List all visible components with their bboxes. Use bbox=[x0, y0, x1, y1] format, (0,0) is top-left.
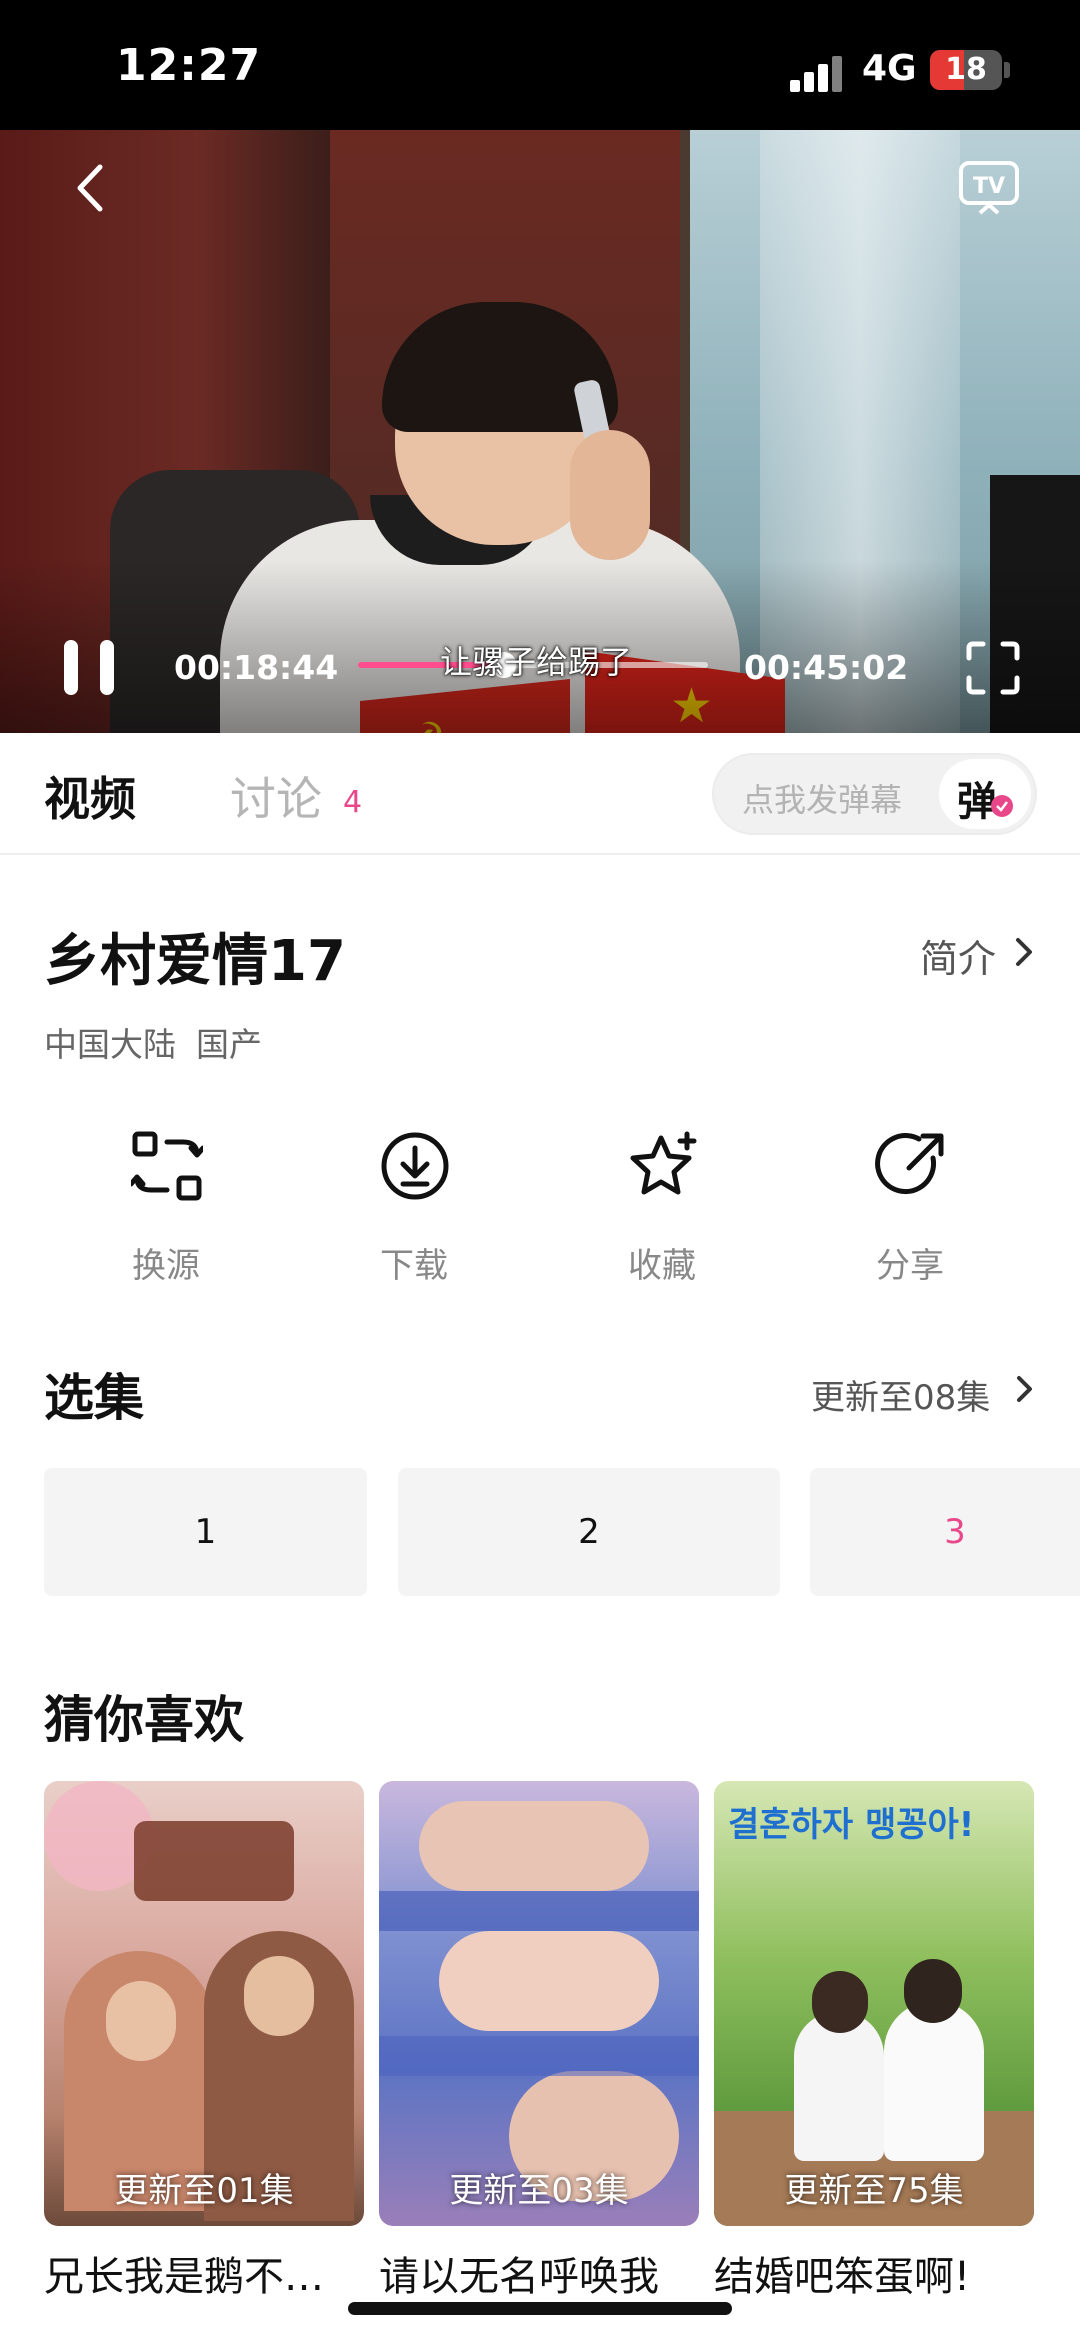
chevron-right-icon[interactable] bbox=[1012, 1373, 1036, 1405]
tab-bar: 视频 讨论 4 点我发弹幕 弹 bbox=[0, 733, 1080, 855]
favorite-label: 收藏 bbox=[628, 1246, 696, 1286]
poster-image: 결혼하자 맹꽁아! 更新至75集 bbox=[714, 1781, 1034, 2226]
origin-tag: 国产 bbox=[196, 1025, 262, 1064]
episodes-update-link[interactable]: 更新至08集 bbox=[811, 1370, 990, 1419]
download-button[interactable]: 下载 bbox=[314, 1130, 514, 1290]
recommend-card[interactable]: 결혼하자 맹꽁아! 更新至75集 结婚吧笨蛋啊! bbox=[714, 1781, 1034, 2302]
status-bar: 12:27 4G 18 bbox=[0, 0, 1080, 130]
card-title: 兄长我是鹅不… bbox=[44, 2254, 324, 2300]
intro-link[interactable]: 简介 bbox=[920, 928, 996, 983]
signal-icon bbox=[790, 56, 846, 92]
svg-text:TV: TV bbox=[973, 174, 1005, 199]
share-icon bbox=[875, 1130, 947, 1202]
poster-badge: 更新至03集 bbox=[449, 2171, 629, 2211]
status-time: 12:27 bbox=[116, 40, 262, 91]
switch-source-button[interactable]: 换源 bbox=[66, 1130, 266, 1290]
poster-badge: 更新至75集 bbox=[784, 2171, 964, 2211]
share-button[interactable]: 分享 bbox=[810, 1130, 1010, 1290]
card-title: 请以无名呼唤我 bbox=[379, 2254, 659, 2300]
episode-item[interactable]: 2 bbox=[398, 1468, 780, 1596]
pause-button[interactable] bbox=[60, 640, 120, 695]
poster-title-text: 결혼하자 맹꽁아! bbox=[728, 1805, 975, 1845]
battery-icon: 18 bbox=[930, 50, 1002, 90]
tab-discuss[interactable]: 讨论 bbox=[230, 763, 322, 829]
favorite-button[interactable]: 收藏 bbox=[562, 1130, 762, 1290]
favorite-star-icon bbox=[627, 1130, 699, 1202]
network-type: 4G bbox=[862, 48, 917, 89]
episode-item[interactable]: 1 bbox=[44, 1468, 367, 1596]
show-tags: 中国大陆 国产 bbox=[44, 1018, 282, 1066]
discuss-count: 4 bbox=[343, 785, 363, 820]
fullscreen-icon[interactable] bbox=[965, 640, 1021, 696]
total-time: 00:45:02 bbox=[744, 648, 909, 687]
share-label: 分享 bbox=[876, 1246, 944, 1286]
episodes-title: 选集 bbox=[44, 1369, 144, 1427]
recommend-card[interactable]: 更新至01集 兄长我是鹅不… bbox=[44, 1781, 364, 2302]
danmu-placeholder: 点我发弹幕 bbox=[742, 781, 903, 819]
recommend-title: 猜你喜欢 bbox=[44, 1691, 244, 1749]
episode-item-active[interactable]: 3 bbox=[810, 1468, 1080, 1596]
poster-image: 更新至03集 bbox=[379, 1781, 699, 2226]
switch-source-icon bbox=[128, 1130, 206, 1202]
tv-cast-icon[interactable]: TV bbox=[958, 160, 1020, 216]
poster-image: 更新至01集 bbox=[44, 1781, 364, 2226]
poster-badge: 更新至01集 bbox=[114, 2171, 294, 2211]
danmu-check-icon bbox=[991, 795, 1013, 817]
battery-level: 18 bbox=[945, 52, 987, 87]
download-label: 下载 bbox=[380, 1246, 448, 1286]
switch-source-label: 换源 bbox=[132, 1246, 200, 1286]
home-indicator[interactable] bbox=[348, 2302, 732, 2315]
download-icon bbox=[379, 1130, 451, 1202]
danmu-input[interactable]: 点我发弹幕 弹 bbox=[712, 753, 1037, 835]
region-tag: 中国大陆 bbox=[44, 1025, 176, 1064]
show-title: 乡村爱情17 bbox=[44, 929, 346, 994]
card-title: 结婚吧笨蛋啊! bbox=[714, 2254, 971, 2300]
danmu-toggle-button[interactable]: 弹 bbox=[939, 759, 1031, 829]
battery-tip bbox=[1004, 62, 1010, 78]
subtitle: 让骡子给踢了 bbox=[439, 643, 632, 681]
tab-video[interactable]: 视频 bbox=[44, 763, 136, 829]
chevron-right-icon[interactable] bbox=[1010, 935, 1036, 969]
current-time: 00:18:44 bbox=[174, 648, 339, 687]
back-icon[interactable] bbox=[70, 163, 110, 213]
recommend-card[interactable]: 更新至03集 请以无名呼唤我 bbox=[379, 1781, 699, 2302]
